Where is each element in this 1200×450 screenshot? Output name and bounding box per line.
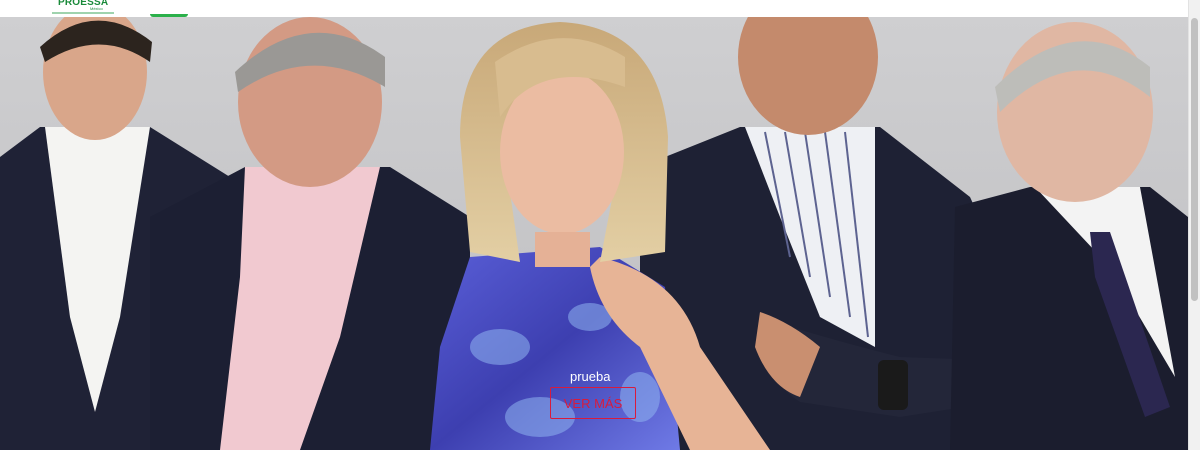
page-scrollbar[interactable] <box>1188 0 1200 450</box>
scrollbar-thumb[interactable] <box>1191 18 1198 301</box>
hero-slider: prueba VER MÁS <box>0 17 1188 450</box>
hero-image <box>0 17 1188 450</box>
ver-mas-button[interactable]: VER MÁS <box>550 387 636 419</box>
logo-subtitle: México <box>90 6 103 11</box>
nav-active-indicator <box>150 14 188 17</box>
site-header: PROESSA México <box>0 0 1188 17</box>
logo-underline <box>52 12 114 14</box>
slide-caption: prueba <box>570 369 611 384</box>
site-logo[interactable]: PROESSA México <box>52 0 122 17</box>
